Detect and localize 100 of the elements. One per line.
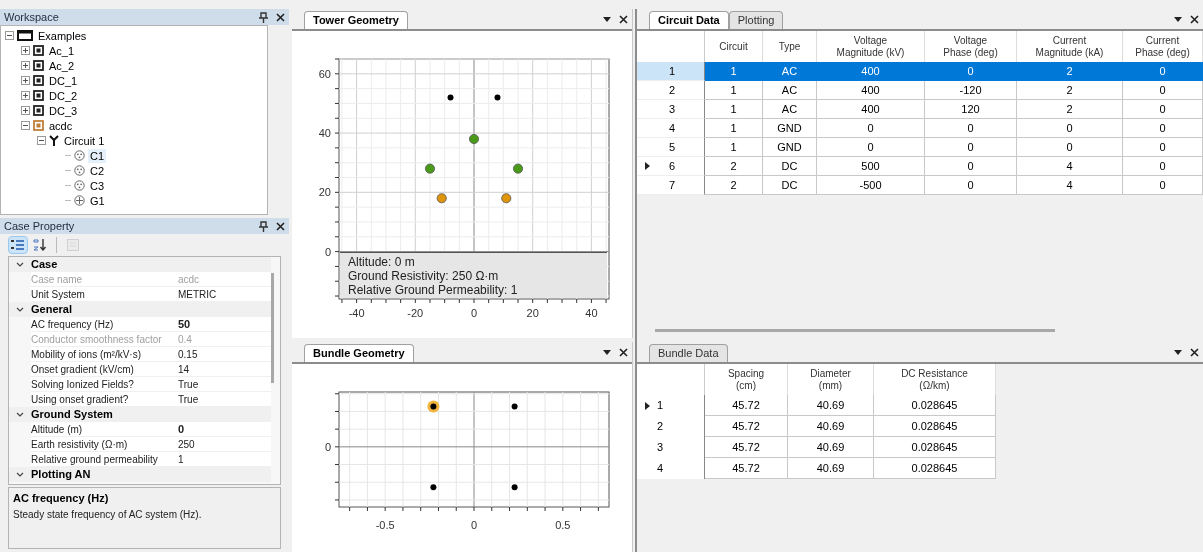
document-tab[interactable]: Circuit Data: [649, 11, 729, 29]
table-cell[interactable]: 4: [1017, 157, 1123, 176]
data-point[interactable]: [511, 484, 518, 491]
table-cell[interactable]: 0.028645: [874, 395, 996, 416]
table-cell[interactable]: 0.028645: [874, 437, 996, 458]
table-cell[interactable]: 4: [1017, 176, 1123, 195]
collapse-icon[interactable]: [37, 136, 46, 145]
table-cell[interactable]: 0: [925, 138, 1017, 157]
document-tab[interactable]: Bundle Data: [649, 344, 728, 362]
document-tab[interactable]: Tower Geometry: [304, 11, 408, 29]
tree-item[interactable]: acdc: [47, 118, 75, 133]
table-cell[interactable]: 0: [1123, 157, 1203, 176]
table-cell[interactable]: 0: [925, 62, 1017, 81]
property-name[interactable]: Unit System: [31, 286, 178, 302]
table-cell[interactable]: 0.028645: [874, 458, 996, 479]
row-header[interactable]: 5: [637, 138, 705, 157]
close-icon[interactable]: [1190, 15, 1199, 24]
tree-item[interactable]: C3: [88, 178, 107, 193]
table-cell[interactable]: 2: [705, 176, 763, 195]
table-cell[interactable]: 45.72: [705, 458, 788, 479]
document-tab[interactable]: Bundle Geometry: [304, 344, 414, 362]
table-cell[interactable]: 400: [817, 62, 925, 81]
table-cell[interactable]: 40.69: [788, 395, 874, 416]
table-cell[interactable]: 0: [1123, 62, 1203, 81]
row-header[interactable]: 6: [637, 157, 705, 176]
scrollbar[interactable]: [271, 273, 274, 383]
tree-item[interactable]: Ac_1: [47, 43, 77, 58]
chevron-down-icon[interactable]: [16, 261, 24, 268]
table-cell[interactable]: 0: [817, 119, 925, 138]
property-value[interactable]: 0.15: [178, 346, 198, 362]
table-cell[interactable]: AC: [763, 62, 817, 81]
table-cell[interactable]: 1: [705, 138, 763, 157]
tree-item[interactable]: Examples: [36, 28, 89, 43]
caret-icon[interactable]: [603, 17, 611, 22]
collapse-icon[interactable]: [21, 121, 30, 130]
close-icon[interactable]: [1190, 348, 1199, 357]
close-icon[interactable]: [619, 15, 628, 24]
horizontal-scrollbar[interactable]: [655, 329, 1055, 332]
column-header[interactable]: Diameter (mm): [788, 364, 874, 395]
property-value[interactable]: 1: [178, 451, 184, 467]
data-point[interactable]: [430, 403, 437, 410]
expand-icon[interactable]: [21, 76, 30, 85]
table-cell[interactable]: 0: [1123, 100, 1203, 119]
table-cell[interactable]: 500: [817, 157, 925, 176]
pin-icon[interactable]: [259, 11, 268, 23]
table-cell[interactable]: 1: [705, 119, 763, 138]
row-header[interactable]: 3: [637, 100, 705, 119]
table-cell[interactable]: 2: [1017, 62, 1123, 81]
table-cell[interactable]: 0: [925, 176, 1017, 195]
tree-item[interactable]: C2: [88, 163, 107, 178]
table-cell[interactable]: -120: [925, 81, 1017, 100]
row-header[interactable]: 2: [637, 416, 705, 437]
table-cell[interactable]: GND: [763, 138, 817, 157]
tree-item[interactable]: Ac_2: [47, 58, 77, 73]
expand-icon[interactable]: [21, 46, 30, 55]
table-cell[interactable]: 2: [1017, 100, 1123, 119]
property-name[interactable]: AC frequency (Hz): [31, 316, 178, 332]
caret-icon[interactable]: [1174, 350, 1182, 355]
close-icon[interactable]: [619, 348, 628, 357]
tree-item[interactable]: DC_3: [47, 103, 80, 118]
property-name[interactable]: Onset gradient (kV/cm): [31, 361, 178, 377]
expand-icon[interactable]: [21, 106, 30, 115]
expand-icon[interactable]: [21, 91, 30, 100]
table-cell[interactable]: 2: [705, 157, 763, 176]
table-cell[interactable]: 45.72: [705, 416, 788, 437]
caret-icon[interactable]: [603, 350, 611, 355]
data-point[interactable]: [430, 484, 437, 491]
collapse-icon[interactable]: [5, 31, 14, 40]
property-value[interactable]: 250: [178, 436, 195, 452]
property-name[interactable]: Using onset gradient?: [31, 391, 178, 407]
property-value[interactable]: 50: [178, 315, 191, 333]
categorized-button[interactable]: [8, 236, 28, 254]
property-value[interactable]: 0: [178, 420, 185, 438]
table-cell[interactable]: GND: [763, 119, 817, 138]
pin-icon[interactable]: [259, 220, 268, 232]
data-point[interactable]: [494, 94, 501, 101]
tree-item[interactable]: Circuit 1: [62, 133, 107, 148]
table-cell[interactable]: 40.69: [788, 437, 874, 458]
expand-icon[interactable]: [21, 61, 30, 70]
chevron-down-icon[interactable]: [16, 471, 24, 478]
table-cell[interactable]: -500: [817, 176, 925, 195]
table-cell[interactable]: 0: [1017, 138, 1123, 157]
table-cell[interactable]: DC: [763, 176, 817, 195]
table-cell[interactable]: AC: [763, 100, 817, 119]
row-header[interactable]: 1: [637, 395, 705, 416]
table-cell[interactable]: 0: [1123, 119, 1203, 138]
table-cell[interactable]: 0: [1123, 81, 1203, 100]
table-cell[interactable]: 45.72: [705, 437, 788, 458]
row-header[interactable]: 1: [637, 62, 705, 81]
close-icon[interactable]: [276, 221, 285, 231]
property-name[interactable]: Altitude (m): [31, 421, 178, 437]
tree-item[interactable]: C1: [88, 148, 107, 163]
table-cell[interactable]: 0: [925, 119, 1017, 138]
caret-icon[interactable]: [1174, 17, 1182, 22]
property-name[interactable]: Relative ground permeability: [31, 451, 178, 467]
table-cell[interactable]: 0: [925, 157, 1017, 176]
property-value[interactable]: True: [178, 391, 199, 407]
row-header[interactable]: 4: [637, 119, 705, 138]
table-cell[interactable]: 40.69: [788, 416, 874, 437]
table-cell[interactable]: 0: [1123, 176, 1203, 195]
